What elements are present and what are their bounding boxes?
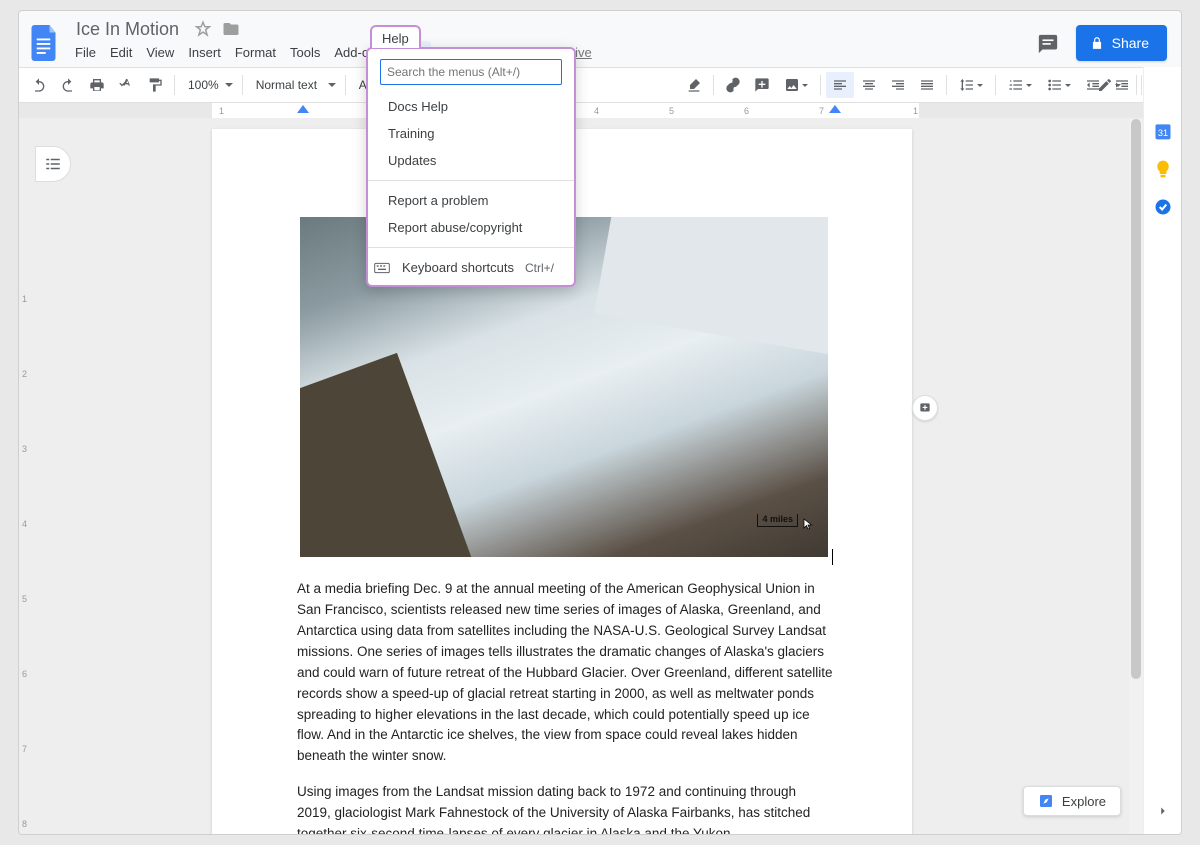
text-caret (832, 549, 833, 565)
align-center-icon[interactable] (855, 72, 883, 98)
move-folder-icon[interactable] (222, 20, 240, 38)
help-keyboard-shortcuts[interactable]: Keyboard shortcuts Ctrl+/ (368, 254, 574, 281)
separator (713, 75, 714, 95)
help-menu: Help Docs Help Training Updates Report a… (366, 47, 576, 287)
insert-comment-icon[interactable] (748, 72, 776, 98)
align-right-icon[interactable] (884, 72, 912, 98)
menu-insert[interactable]: Insert (181, 41, 228, 64)
indent-marker-left-icon[interactable] (297, 105, 309, 117)
insert-link-icon[interactable] (719, 72, 747, 98)
separator (174, 75, 175, 95)
styles-value: Normal text (256, 78, 317, 92)
redo-icon[interactable] (54, 72, 82, 98)
line-spacing-icon[interactable] (952, 72, 990, 98)
calendar-icon[interactable]: 31 (1153, 121, 1173, 141)
mouse-cursor-icon (802, 517, 814, 531)
separator (995, 75, 996, 95)
image-scale-label: 4 miles (757, 514, 798, 527)
show-outline-icon[interactable] (35, 146, 71, 182)
lock-icon (1090, 36, 1104, 50)
help-updates[interactable]: Updates (368, 147, 574, 174)
horizontal-ruler[interactable]: 1 1 2 3 4 5 6 7 1 (19, 103, 1181, 119)
tasks-icon[interactable] (1153, 197, 1173, 217)
menu-edit[interactable]: Edit (103, 41, 139, 64)
shortcut-label: Ctrl+/ (525, 261, 554, 275)
help-menu-tab[interactable]: Help (370, 25, 421, 48)
side-panel: 31 (1143, 67, 1181, 834)
highlight-color-icon[interactable] (680, 72, 708, 98)
show-sidepanel-icon[interactable] (1156, 804, 1170, 818)
document-body[interactable]: At a media briefing Dec. 9 at the annual… (297, 579, 833, 834)
separator (242, 75, 243, 95)
separator (946, 75, 947, 95)
help-search-input[interactable] (380, 59, 562, 85)
help-report-problem[interactable]: Report a problem (368, 187, 574, 214)
separator (368, 180, 574, 181)
add-comment-icon[interactable] (912, 395, 938, 421)
separator (1136, 75, 1137, 95)
svg-text:31: 31 (1157, 128, 1167, 138)
document-title[interactable]: Ice In Motion (71, 18, 184, 41)
app-frame: Ice In Motion File Edit View Insert Form… (18, 10, 1182, 835)
menu-file[interactable]: File (68, 41, 103, 64)
menu-format[interactable]: Format (228, 41, 283, 64)
menu-view[interactable]: View (139, 41, 181, 64)
insert-image-icon[interactable] (777, 72, 815, 98)
help-training[interactable]: Training (368, 120, 574, 147)
share-button[interactable]: Share (1076, 25, 1167, 61)
paint-format-icon[interactable] (141, 72, 169, 98)
paragraph[interactable]: Using images from the Landsat mission da… (297, 782, 833, 834)
explore-button[interactable]: Explore (1023, 786, 1121, 816)
keyboard-icon (374, 262, 390, 274)
document-area: 1 2 3 4 5 6 7 8 4 miles At a media brief… (19, 119, 1143, 834)
docs-home-icon[interactable] (25, 17, 65, 69)
zoom-value: 100% (188, 78, 219, 92)
print-icon[interactable] (83, 72, 111, 98)
star-icon[interactable] (194, 20, 212, 38)
align-left-icon[interactable] (826, 72, 854, 98)
menu-tools[interactable]: Tools (283, 41, 327, 64)
open-comments-icon[interactable] (1037, 33, 1059, 55)
explore-icon (1038, 793, 1054, 809)
help-docs-help[interactable]: Docs Help (368, 93, 574, 120)
scrollbar-thumb[interactable] (1131, 119, 1141, 679)
help-report-abuse[interactable]: Report abuse/copyright (368, 214, 574, 241)
paragraph[interactable]: At a media briefing Dec. 9 at the annual… (297, 579, 833, 767)
toolbar: 100% Normal text Arial (19, 67, 1181, 103)
numbered-list-icon[interactable] (1001, 72, 1039, 98)
titlebar: Ice In Motion File Edit View Insert Form… (19, 11, 1181, 67)
zoom-select[interactable]: 100% (180, 73, 237, 97)
separator (820, 75, 821, 95)
bulleted-list-icon[interactable] (1040, 72, 1078, 98)
align-justify-icon[interactable] (913, 72, 941, 98)
keep-icon[interactable] (1153, 159, 1173, 179)
explore-label: Explore (1062, 794, 1106, 809)
undo-icon[interactable] (25, 72, 53, 98)
separator (345, 75, 346, 95)
spellcheck-icon[interactable] (112, 72, 140, 98)
separator (368, 247, 574, 248)
indent-marker-right-icon[interactable] (829, 105, 841, 117)
editing-mode-icon[interactable] (1090, 72, 1128, 98)
styles-select[interactable]: Normal text (248, 73, 340, 97)
share-label: Share (1112, 35, 1149, 51)
vertical-scrollbar[interactable] (1129, 119, 1143, 834)
